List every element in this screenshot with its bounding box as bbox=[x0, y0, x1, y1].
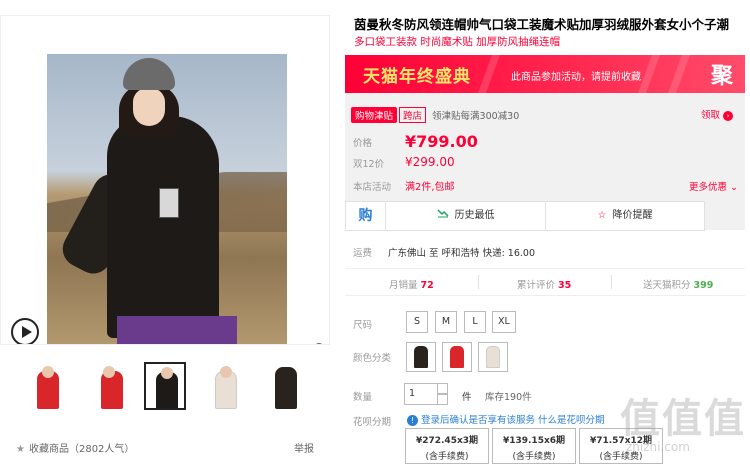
price-alert-button[interactable]: ☆ 降价提醒 bbox=[546, 202, 704, 230]
quantity-increase-button[interactable] bbox=[438, 383, 448, 394]
d12-price-label: 双12价 bbox=[353, 159, 385, 170]
size-option-s[interactable]: S bbox=[406, 311, 428, 333]
price-alert-label: 降价提醒 bbox=[612, 210, 653, 221]
thumbnail[interactable] bbox=[86, 362, 128, 410]
shipping-label: 运费 bbox=[353, 248, 373, 259]
review-count[interactable]: 累计评价 35 bbox=[517, 277, 571, 291]
huabei-notice: ! 登录后确认是否享有该服务 什么是花呗分期 bbox=[407, 412, 605, 426]
ju-badge-icon: 聚 bbox=[711, 64, 734, 89]
more-promo-label: 更多优惠 bbox=[689, 182, 728, 193]
color-swatch-black[interactable] bbox=[406, 342, 436, 372]
history-low-label: 历史最低 bbox=[454, 210, 495, 221]
coupon-tag: 购物津贴 bbox=[351, 107, 398, 123]
arrow-right-icon: › bbox=[723, 111, 734, 121]
favorite-button[interactable]: ★ 收藏商品（2802人气） bbox=[16, 440, 134, 455]
claim-label: 领取 bbox=[701, 110, 721, 121]
info-icon: ! bbox=[407, 415, 418, 426]
installment-fee: (含手续费) bbox=[512, 452, 556, 462]
d12-price-value: ¥299.00 bbox=[405, 155, 455, 169]
huabei-label: 花呗分期 bbox=[353, 417, 392, 428]
zoom-icon[interactable] bbox=[313, 342, 327, 345]
size-label: 尺码 bbox=[353, 320, 373, 331]
store-activity-value: 满2件,包邮 bbox=[405, 182, 455, 193]
report-link[interactable]: 举报 bbox=[294, 440, 314, 455]
thumbnail[interactable] bbox=[264, 362, 306, 410]
star-outline-icon: ☆ bbox=[597, 210, 607, 221]
watermark-logo: 值值值 bbox=[620, 396, 746, 442]
coupon-text: 领津贴每满300减30 bbox=[432, 111, 520, 122]
stats-bar: 月销量 72 累计评价 35 送天猫积分 399 bbox=[345, 268, 745, 296]
more-promo-link[interactable]: 更多优惠 ⌄ bbox=[689, 179, 738, 193]
size-option-xl[interactable]: XL bbox=[492, 311, 516, 333]
chevron-down-icon: ⌄ bbox=[730, 182, 739, 193]
installment-option-3[interactable]: ¥272.45x3期 (含手续费) bbox=[405, 428, 489, 464]
price-value: ¥799.00 bbox=[405, 132, 478, 151]
coupon-row: 购物津贴 跨店 领津贴每满300减30 bbox=[351, 107, 520, 123]
huabei-what-link[interactable]: 什么是花呗分期 bbox=[538, 415, 605, 426]
product-subtitle: 多口袋工装款 时尚魔术贴 加厚防风抽绳连帽 bbox=[354, 36, 561, 48]
store-activity-label: 本店活动 bbox=[353, 182, 392, 193]
price-tools: 购 历史最低 ☆ 降价提醒 bbox=[345, 201, 705, 231]
installment-amount: ¥272.45x3期 bbox=[415, 436, 479, 446]
installment-option-6[interactable]: ¥139.15x6期 (含手续费) bbox=[492, 428, 576, 464]
play-video-icon[interactable] bbox=[11, 318, 39, 344]
huabei-login-link[interactable]: 登录后确认是否享有该服务 bbox=[421, 415, 535, 426]
quantity-unit: 件 bbox=[462, 392, 472, 403]
banner-text: 此商品参加活动，请提前收藏 bbox=[511, 72, 641, 83]
quantity-label: 数量 bbox=[353, 392, 373, 403]
thumbnail-strip bbox=[0, 360, 330, 416]
thumbnail[interactable] bbox=[204, 362, 246, 410]
banner-title: 天猫年终盛典 bbox=[363, 67, 471, 87]
star-icon: ★ bbox=[16, 444, 25, 455]
size-option-m[interactable]: M bbox=[435, 311, 457, 333]
model-photo bbox=[47, 54, 287, 344]
quantity-input[interactable]: 1 bbox=[404, 383, 438, 405]
gou-icon[interactable]: 购 bbox=[346, 202, 386, 230]
color-swatch-red[interactable] bbox=[442, 342, 472, 372]
favorite-label: 收藏商品（2802人气） bbox=[28, 444, 135, 455]
installment-fee: (含手续费) bbox=[425, 452, 469, 462]
product-title: 茵曼秋冬防风领连帽帅气口袋工装魔术贴加厚羽绒服外套女小个子潮 bbox=[354, 17, 730, 32]
shipping-value[interactable]: 广东佛山 至 呼和浩特 快递: 16.00 bbox=[388, 248, 535, 259]
thumbnail[interactable] bbox=[26, 362, 68, 410]
promo-panel: 天猫年终盛典 此商品参加活动，请提前收藏 聚 购物津贴 跨店 领津贴每满300减30… bbox=[345, 55, 745, 231]
shipping-row: 运费 广东佛山 至 呼和浩特 快递: 16.00 bbox=[353, 245, 535, 259]
stock-count: 库存190件 bbox=[485, 392, 532, 403]
claim-coupon-button[interactable]: 领取 › bbox=[701, 107, 734, 121]
main-product-image[interactable] bbox=[0, 15, 330, 345]
trend-down-icon bbox=[436, 202, 449, 230]
color-label: 颜色分类 bbox=[353, 353, 392, 364]
watermark-domain: zhizhi.com bbox=[626, 440, 690, 454]
installment-amount: ¥139.15x6期 bbox=[502, 436, 566, 446]
price-label: 价格 bbox=[353, 138, 373, 149]
event-banner: 天猫年终盛典 此商品参加活动，请提前收藏 聚 bbox=[345, 55, 745, 93]
size-option-l[interactable]: L bbox=[464, 311, 486, 333]
quantity-decrease-button[interactable] bbox=[438, 394, 448, 405]
cross-store-tag: 跨店 bbox=[399, 107, 427, 123]
history-low-button[interactable]: 历史最低 bbox=[386, 202, 546, 230]
color-swatch-beige[interactable] bbox=[478, 342, 508, 372]
monthly-sales: 月销量 72 bbox=[389, 280, 434, 291]
product-gallery: ★ 收藏商品（2802人气） 举报 bbox=[0, 0, 335, 467]
thumbnail-active[interactable] bbox=[144, 362, 186, 410]
tmall-points: 送天猫积分 399 bbox=[643, 280, 714, 291]
